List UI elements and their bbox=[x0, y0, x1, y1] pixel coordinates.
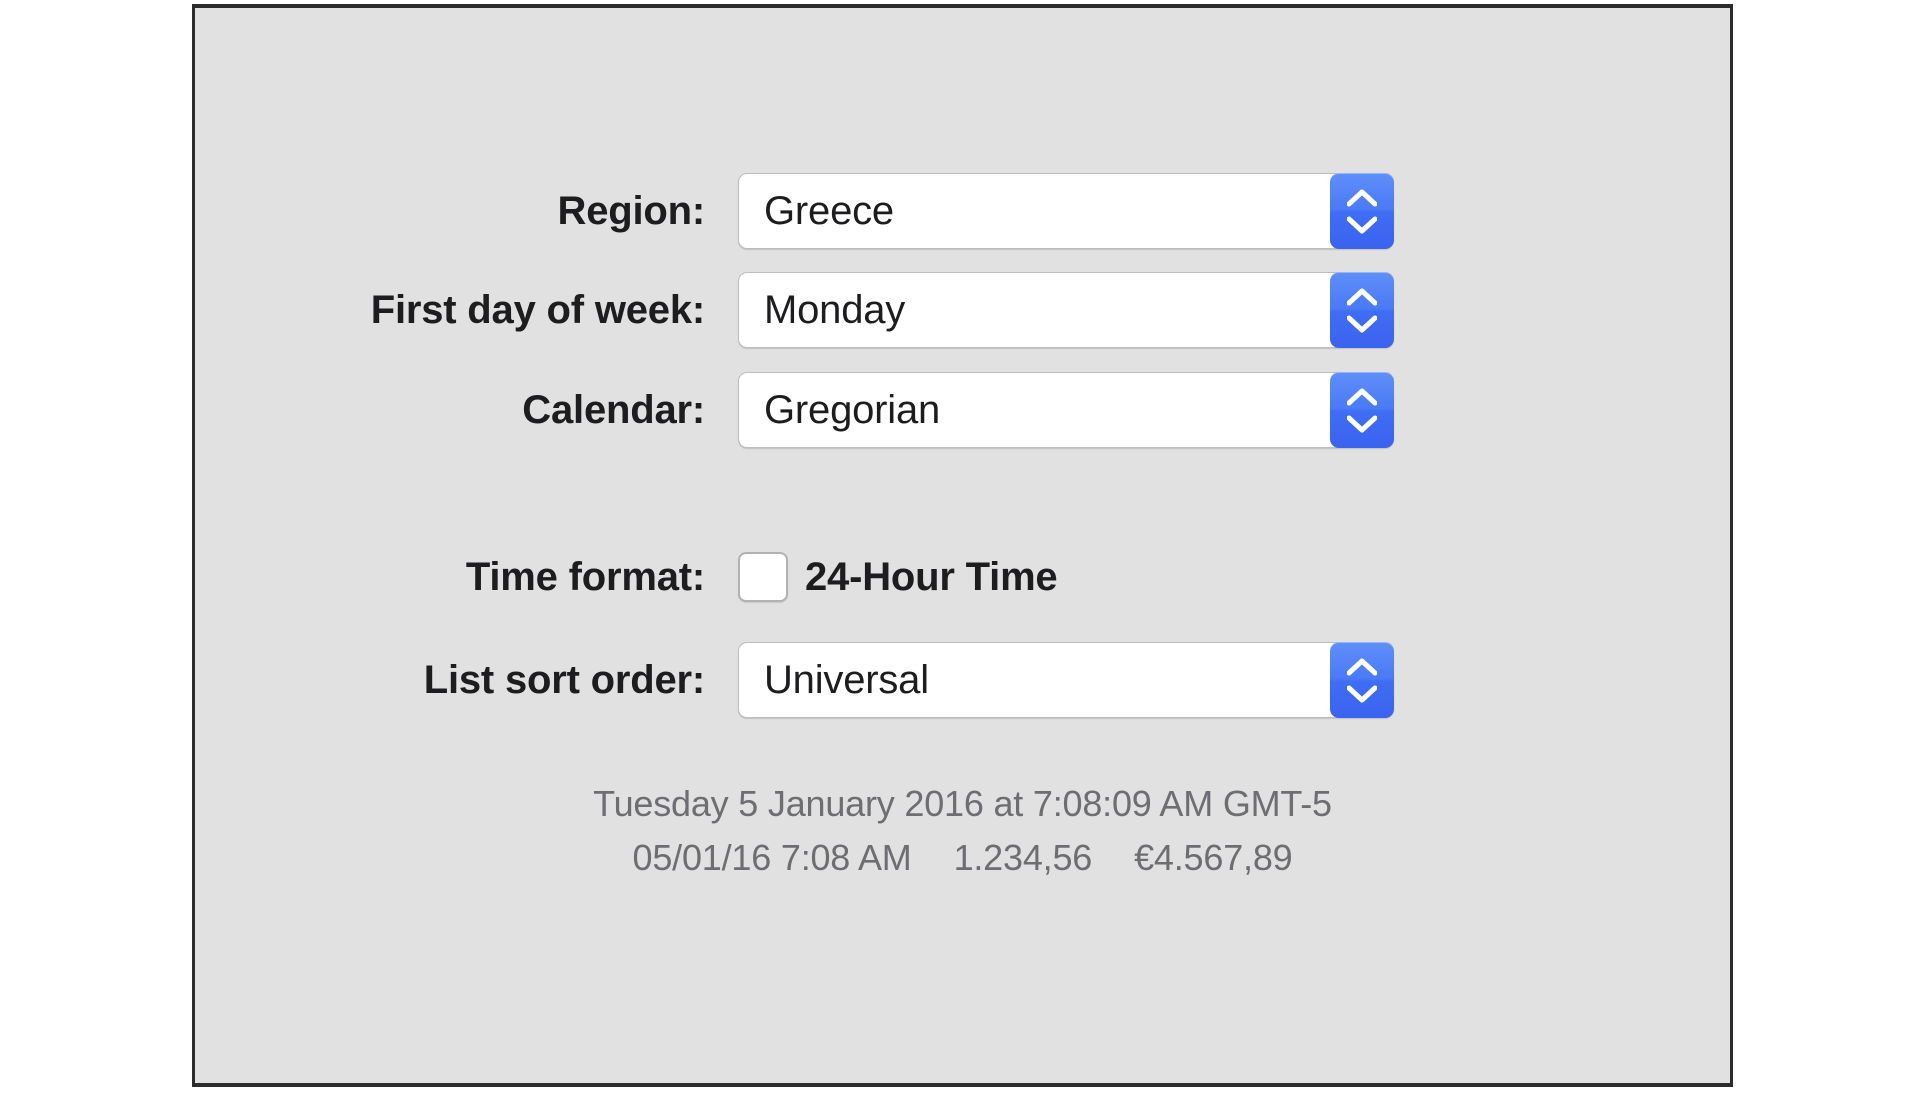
form-row-time-format: Time format: 24-Hour Time bbox=[192, 539, 1058, 615]
form-row-region: Region: Greece bbox=[192, 173, 1394, 249]
region-popup-value: Greece bbox=[764, 189, 894, 233]
calendar-popup-value: Gregorian bbox=[764, 388, 941, 432]
label-list-sort-order: List sort order: bbox=[423, 658, 705, 702]
label-calendar: Calendar: bbox=[522, 388, 705, 432]
list-sort-order-stepper-chevron-up-down-icon[interactable] bbox=[1330, 642, 1394, 718]
preview-long-date: Tuesday 5 January 2016 at 7:08:09 AM GMT… bbox=[593, 783, 1332, 824]
24-hour-time-checkbox-label: 24-Hour Time bbox=[805, 555, 1058, 599]
list-sort-order-popup-button[interactable]: Universal bbox=[738, 642, 1394, 718]
first-day-of-week-popup-value: Monday bbox=[764, 288, 906, 332]
language-region-preference-panel: Region: Greece First day of week: Monday bbox=[192, 4, 1733, 1087]
format-preview: Tuesday 5 January 2016 at 7:08:09 AM GMT… bbox=[195, 780, 1730, 882]
form-row-first-day-of-week: First day of week: Monday bbox=[192, 272, 1394, 348]
list-sort-order-popup-value: Universal bbox=[764, 658, 929, 702]
calendar-stepper-chevron-up-down-icon[interactable] bbox=[1330, 372, 1394, 448]
preview-short-line: 05/01/16 7:08 AM 1.234,56 €4.567,89 bbox=[195, 834, 1730, 883]
label-time-format: Time format: bbox=[465, 555, 705, 599]
label-region: Region: bbox=[557, 189, 706, 233]
24-hour-time-checkbox-row[interactable]: 24-Hour Time bbox=[738, 552, 1058, 602]
label-first-day-of-week: First day of week: bbox=[370, 288, 705, 332]
first-day-of-week-popup-button[interactable]: Monday bbox=[738, 272, 1394, 348]
region-stepper-chevron-up-down-icon[interactable] bbox=[1330, 173, 1394, 249]
preview-currency-sample: €4.567,89 bbox=[1134, 836, 1293, 878]
region-popup-button[interactable]: Greece bbox=[738, 173, 1394, 249]
first-day-of-week-stepper-chevron-up-down-icon[interactable] bbox=[1330, 272, 1394, 348]
calendar-popup-button[interactable]: Gregorian bbox=[738, 372, 1394, 448]
24-hour-time-checkbox[interactable] bbox=[738, 552, 788, 602]
form-row-calendar: Calendar: Gregorian bbox=[192, 372, 1394, 448]
form-row-list-sort-order: List sort order: Universal bbox=[192, 642, 1394, 718]
preview-short-date: 05/01/16 7:08 AM bbox=[632, 836, 912, 878]
preview-number-sample: 1.234,56 bbox=[953, 836, 1093, 878]
screen: Region: Greece First day of week: Monday bbox=[0, 0, 1920, 1097]
